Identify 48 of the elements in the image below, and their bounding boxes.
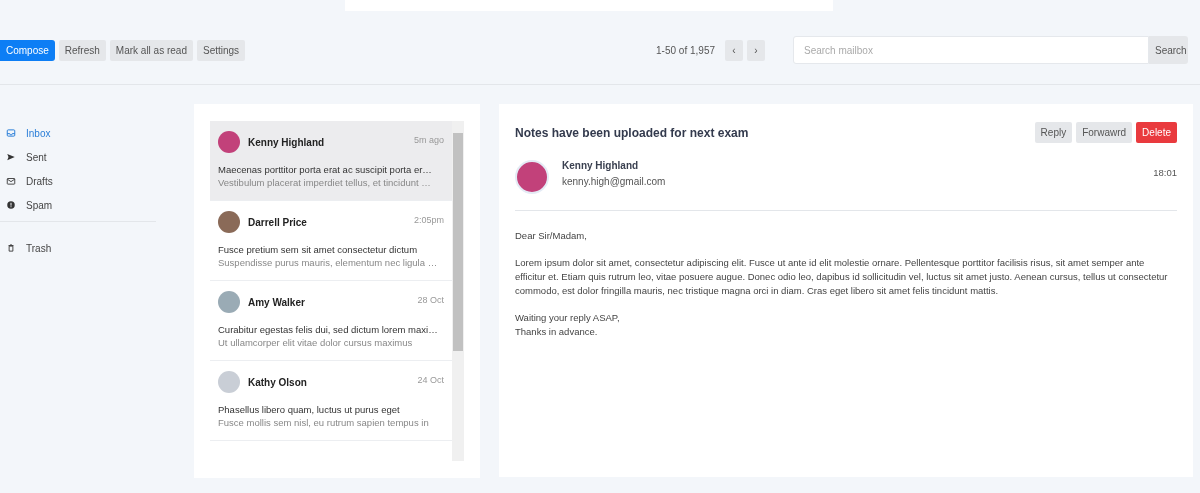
sidebar-item[interactable]: Drafts [0,169,156,193]
sent-icon [6,152,16,162]
sidebar-item[interactable]: Trash [0,236,156,260]
toolbar-button[interactable]: Settings [196,39,246,61]
message-paragraph: Waiting your reply ASAP, Thanks in advance. [515,311,621,339]
sender-name: Kenny Highland [562,160,640,171]
message-preview: Ut ullamcorper elit vitae dolor cursus maximus [218,336,414,350]
message-preview: Vestibulum placerat imperdiet tellus, et tincidunt … [218,176,432,190]
next-page-button[interactable]: › [747,39,765,61]
inbox-icon [6,128,16,138]
message-preview: Suspendisse purus mauris, elementum nec ligula … [218,256,439,270]
sidebar-item[interactable]: Spam [0,193,156,217]
sender-name: Kathy Olson [248,376,307,388]
message-subject: Maecenas porttitor porta erat ac suscipit porta er… [218,163,433,176]
message-paragraph: Dear Sir/Madam, [515,229,588,243]
search-button[interactable]: Search [1149,36,1188,64]
message-subject: Phasellus libero quam, luctus ut purus eget [218,403,401,416]
message-preview: Fusce mollis sem nisl, eu rutrum sapien tempus in [218,416,430,430]
search-field[interactable]: Search mailbox [793,36,1149,64]
sender-name: Darrell Price [248,216,307,228]
message-time: 24 Oct [417,375,444,385]
trash-icon [6,243,16,253]
action-button[interactable]: Forwawrd [1076,122,1133,143]
toolbar-button[interactable]: Refresh [58,39,106,61]
sender-name: Kenny Highland [248,136,325,148]
delete-button[interactable]: Delete [1136,122,1177,143]
drafts-icon [6,176,16,186]
message-subject: Curabitur egestas felis dui, sed dictum lorem maxi… [218,323,439,336]
previous-page-button[interactable]: ‹ [725,39,743,61]
compose-button[interactable]: Compose [0,39,55,61]
message-time: 2:05pm [413,215,444,225]
scrollbar[interactable] [452,121,464,461]
sender-name: Amy Walker [248,296,305,308]
alert-icon [6,200,16,210]
message-subject: Fusce pretium sem sit amet consectetur dictum [218,243,419,256]
message-time: 5m ago [413,135,444,145]
toolbar-button[interactable]: Mark all as read [109,39,193,61]
message-time: 28 Oct [417,295,444,305]
avatar [515,160,549,194]
message-title: Notes have been uploaded for next exam [515,125,749,140]
message-paragraph: Lorem ipsum dolor sit amet, consectetur adipiscing elit. Fusce ut ante id elit molestie ornare. Pellentesque porttitor facilisis risus, sit amet semper ante efficitur et. Etiam quis rutrum leo, vitae posuere augue. Donec odio leo, dapibus id sollicitudin vel, luctus sit amet justo. Aenean cursus, tellus ut consectetur commodo, est dolor fringilla mauris, nec tristique magna orci in diam. Cras eget libero sit amet felis tincidunt mattis. [515,256,1169,298]
sender-email: kenny.high@gmail.com [562,176,666,187]
page-range: 1-50 of 1,957 [656,44,715,56]
message-time: 18:01 [1153,167,1177,178]
sidebar-item[interactable]: Inbox [0,121,156,145]
action-button[interactable]: Reply [1034,122,1073,143]
message-item[interactable]: Kenny Highland 5m ago Maecenas porttitor porta erat ac suscipit porta er… Vestibulum placerat imperdiet tellus, et tincidunt … [210,121,452,201]
sidebar-item[interactable]: Sent [0,145,156,169]
